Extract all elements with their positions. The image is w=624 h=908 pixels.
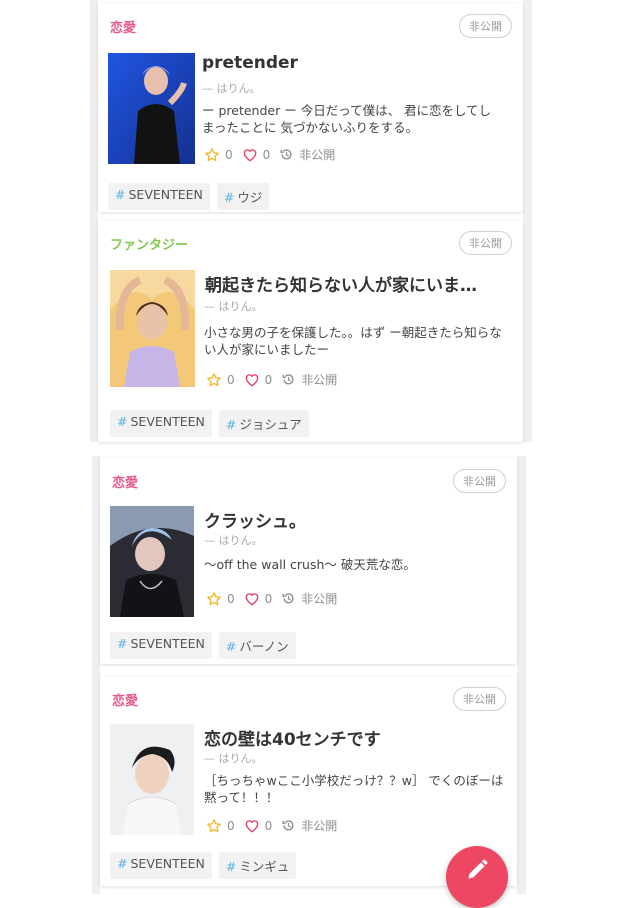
category-label: ファンタジー — [110, 238, 189, 253]
visibility-badge: 非公開 — [453, 687, 506, 711]
tag-chip[interactable]: # SEVENTEEN — [108, 183, 210, 210]
star-icon — [207, 591, 221, 605]
tag-list: # SEVENTEEN # ウジ — [108, 183, 276, 210]
category-label: 恋愛 — [110, 21, 137, 36]
story-description: 〜off the wall crush〜 破天荒な恋。 — [204, 557, 416, 572]
cover-image — [108, 53, 195, 164]
star-count: 0 — [227, 372, 235, 387]
category-label: 恋愛 — [112, 694, 139, 709]
story-title[interactable]: 朝起きたら知らない人が家にいま… — [205, 271, 510, 296]
category-label: 恋愛 — [112, 476, 139, 491]
screenshot-edge-right — [523, 0, 532, 442]
cover-image — [110, 506, 194, 617]
heart-icon — [245, 373, 258, 386]
like-count: 0 — [264, 818, 273, 833]
screenshot-edge-left-2 — [92, 456, 100, 894]
story-description: ー pretender ー 今日だって僕は、 君に恋をしてしまったことに 気づか… — [202, 103, 492, 135]
like-count: 0 — [262, 147, 271, 162]
story-stats: 0 0 非公開 — [204, 146, 344, 163]
story-stats: 0 0 非公開 — [206, 371, 346, 388]
author-name: — はりん。 — [204, 752, 263, 765]
visibility-badge: 非公開 — [453, 469, 506, 493]
author-name: — はりん。 — [204, 300, 263, 313]
star-count: 0 — [225, 147, 233, 162]
story-card[interactable]: ファンタジー 非公開 朝起きたら知らない人が家にいま… — はりん。 小さな男の… — [98, 220, 523, 442]
history-icon — [282, 820, 294, 831]
author-name: — はりん。 — [202, 82, 261, 95]
publish-status: 非公開 — [301, 373, 338, 387]
publish-status: 非公開 — [301, 592, 338, 606]
heart-icon — [243, 148, 256, 161]
tag-chip[interactable]: # SEVENTEEN — [110, 632, 212, 659]
history-icon — [282, 593, 294, 604]
story-stats: 0 0 非公開 — [206, 590, 346, 607]
screenshot-gap — [90, 442, 532, 456]
heart-icon — [245, 819, 258, 832]
story-stats: 0 0 非公開 — [206, 817, 346, 834]
write-story-button[interactable] — [446, 846, 508, 908]
visibility-badge: 非公開 — [459, 231, 512, 255]
screenshot-edge-left — [90, 0, 98, 442]
tag-list: # SEVENTEEN # バーノン — [110, 632, 303, 659]
star-icon — [207, 818, 221, 832]
story-card[interactable]: 恋愛 非公開 pretender — はりん。 ー pretender ー 今日… — [98, 3, 523, 212]
publish-status: 非公開 — [299, 148, 336, 162]
pencil-icon — [468, 859, 488, 879]
tag-chip[interactable]: # SEVENTEEN — [110, 852, 212, 879]
tag-chip[interactable]: # ジョシュア — [218, 410, 309, 437]
tag-chip[interactable]: # ミンギュ — [218, 852, 297, 879]
story-title[interactable]: pretender — [202, 53, 507, 73]
tag-chip[interactable]: # SEVENTEEN — [110, 410, 212, 437]
screenshot-edge-right-2 — [517, 456, 526, 894]
heart-icon — [245, 592, 258, 605]
like-count: 0 — [264, 372, 273, 387]
star-count: 0 — [227, 818, 235, 833]
tag-list: # SEVENTEEN # ジョシュア — [110, 410, 316, 437]
story-card[interactable]: 恋愛 非公開 クラッシュ。 — はりん。 〜off the wall crush… — [100, 458, 517, 664]
author-name: — はりん。 — [204, 534, 263, 547]
story-title[interactable]: 恋の壁は40センチです — [204, 725, 504, 750]
story-description: ［ちっちゃwここ小学校だっけ？？w］ でくのぼーは黙って！！！ — [204, 773, 504, 805]
tag-chip[interactable]: # ウジ — [216, 183, 270, 210]
publish-status: 非公開 — [301, 819, 338, 833]
visibility-badge: 非公開 — [459, 14, 512, 38]
story-description: 小さな男の子を保護した。。はず ー朝起きたら知らない人が家にいましたー — [204, 325, 502, 357]
tag-list: # SEVENTEEN # ミンギュ — [110, 852, 303, 879]
like-count: 0 — [264, 591, 273, 606]
star-count: 0 — [227, 591, 235, 606]
cover-image — [110, 724, 194, 835]
star-icon — [205, 147, 219, 161]
cover-image — [110, 270, 195, 387]
history-icon — [282, 374, 294, 385]
tag-chip[interactable]: # バーノン — [218, 632, 296, 659]
story-title[interactable]: クラッシュ。 — [204, 507, 504, 532]
history-icon — [280, 149, 292, 160]
star-icon — [207, 372, 221, 386]
